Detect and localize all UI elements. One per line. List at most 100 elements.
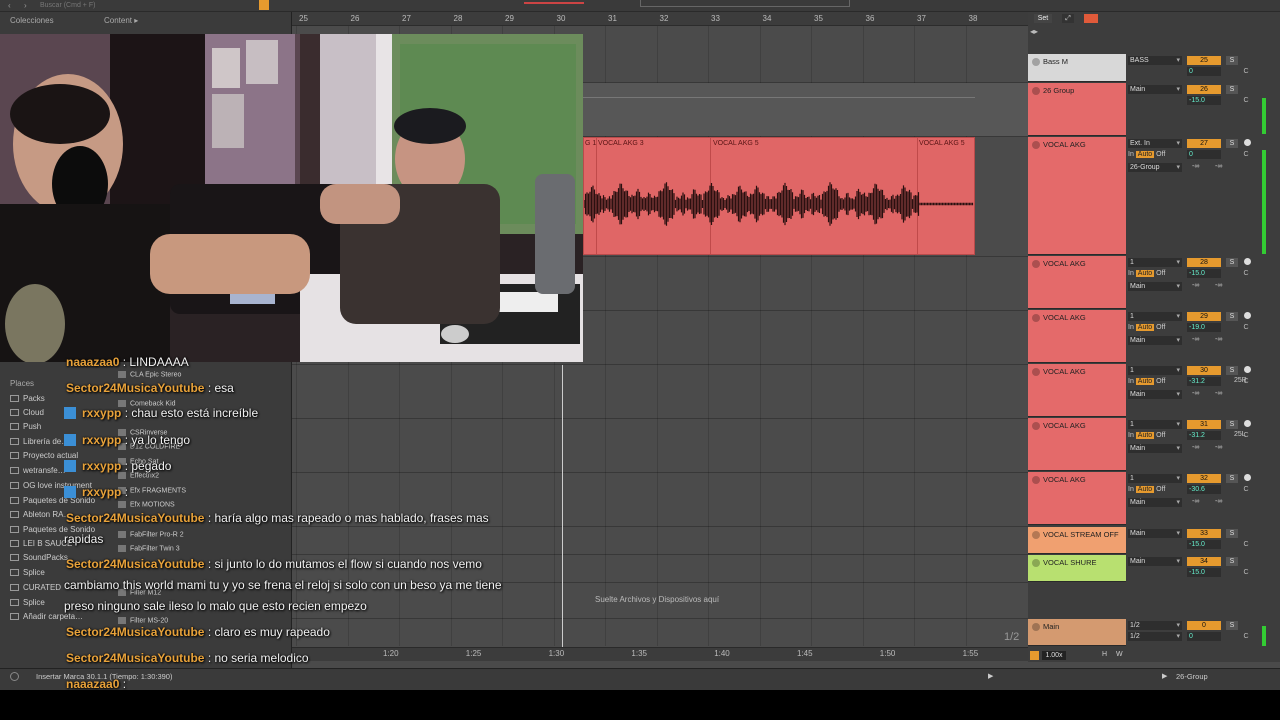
browser-search-input[interactable]: Buscar (Cmd + F) <box>40 2 95 9</box>
solo-button[interactable]: S <box>1226 529 1238 538</box>
content-heading[interactable]: Content ▸ <box>104 16 138 25</box>
monitor-auto[interactable]: Auto <box>1135 324 1155 331</box>
output-select[interactable]: Main <box>1128 444 1182 453</box>
solo-button[interactable]: S <box>1226 312 1238 321</box>
place-item[interactable]: Ableton RA… <box>10 510 71 519</box>
fold-icon[interactable] <box>1032 623 1040 632</box>
send-value[interactable]: -∞ <box>1215 498 1222 505</box>
volume-field[interactable]: -15.0 <box>1187 568 1221 577</box>
play-icon[interactable]: ▶ <box>1162 672 1167 680</box>
chat-username[interactable]: rxxypp <box>82 459 121 473</box>
input-output-select[interactable]: 1 <box>1128 420 1182 429</box>
volume-field[interactable]: -31.2 <box>1187 431 1221 440</box>
volume-field[interactable]: -31.2 <box>1187 377 1221 386</box>
volume-field[interactable]: -15.0 <box>1187 96 1221 105</box>
track-header[interactable]: VOCAL STREAM OFF <box>1028 527 1126 554</box>
place-item[interactable]: LEI B SAUCE <box>10 539 72 548</box>
fold-icon[interactable] <box>1032 141 1040 150</box>
track-number[interactable]: 27 <box>1187 139 1221 148</box>
track-number[interactable]: 30 <box>1187 366 1221 375</box>
track-number[interactable]: 25 <box>1187 56 1221 65</box>
browser-item[interactable]: Efx FRAGMENTS <box>118 487 186 494</box>
crossfade-button[interactable]: C <box>1240 540 1252 549</box>
solo-button[interactable]: S <box>1226 420 1238 429</box>
output-select[interactable]: Main <box>1128 282 1182 291</box>
fold-icon[interactable] <box>1032 531 1040 540</box>
browser-item[interactable]: CLA Epic Stereo <box>118 371 181 378</box>
volume-field[interactable]: -15.0 <box>1187 540 1221 549</box>
input-output-select[interactable]: Ext. In <box>1128 139 1182 148</box>
browser-filter-icon[interactable] <box>259 0 269 10</box>
fold-icon[interactable] <box>1032 260 1040 269</box>
monitor-in[interactable]: In <box>1128 270 1134 277</box>
monitor-off[interactable]: Off <box>1156 486 1165 493</box>
place-item[interactable]: Librería de… <box>10 437 69 446</box>
fold-icon[interactable] <box>1032 314 1040 323</box>
crossfade-button[interactable]: C <box>1240 67 1252 76</box>
fold-icon[interactable] <box>1032 422 1040 431</box>
place-item[interactable]: CURATED <box>10 583 61 592</box>
monitor-auto[interactable]: Auto <box>1135 486 1155 493</box>
record-dot-icon[interactable] <box>1244 312 1251 319</box>
input-output-select[interactable]: 1/2 <box>1128 621 1182 630</box>
fold-icon[interactable] <box>1032 87 1040 96</box>
chat-username[interactable]: rxxypp <box>82 433 121 447</box>
record-dot-icon[interactable] <box>1244 366 1251 373</box>
monitor-in[interactable]: In <box>1128 432 1134 439</box>
record-dot-icon[interactable] <box>1244 258 1251 265</box>
place-item[interactable]: Push <box>10 422 41 431</box>
crossfade-button[interactable]: C <box>1240 150 1252 159</box>
crossfade-button[interactable]: C <box>1240 269 1252 278</box>
monitor-off[interactable]: Off <box>1156 151 1165 158</box>
send-value[interactable]: -∞ <box>1215 336 1222 343</box>
monitor-in[interactable]: In <box>1128 378 1134 385</box>
solo-button[interactable]: S <box>1226 557 1238 566</box>
w-toggle[interactable]: W <box>1116 651 1123 658</box>
crossfade-button[interactable]: C <box>1240 323 1252 332</box>
output-select[interactable]: Main <box>1128 390 1182 399</box>
track-number[interactable]: 32 <box>1187 474 1221 483</box>
crossfade-button[interactable]: C <box>1240 485 1252 494</box>
crossfade-button[interactable]: C <box>1240 632 1252 641</box>
chat-username[interactable]: Sector24MusicaYoutube <box>66 381 204 395</box>
overview-scrollbar[interactable] <box>640 0 850 7</box>
input-output-select[interactable]: BASS <box>1128 56 1182 65</box>
volume-field[interactable]: 0 <box>1187 150 1221 159</box>
browser-item[interactable]: Effectrix2 <box>118 472 159 479</box>
volume-field[interactable]: -30.6 <box>1187 485 1221 494</box>
forward-arrow-icon[interactable]: › <box>24 1 27 10</box>
input-output-select[interactable]: 1 <box>1128 312 1182 321</box>
send-value[interactable]: -∞ <box>1215 390 1222 397</box>
input-output-select[interactable]: Main <box>1128 557 1182 566</box>
output-select[interactable]: Main <box>1128 336 1182 345</box>
record-dot-icon[interactable] <box>1244 139 1251 146</box>
record-dot-icon[interactable] <box>1244 420 1251 427</box>
track-number[interactable]: 33 <box>1187 529 1221 538</box>
chat-username[interactable]: Sector24MusicaYoutube <box>66 511 204 525</box>
solo-button[interactable]: S <box>1226 258 1238 267</box>
input-output-select[interactable]: 1 <box>1128 366 1182 375</box>
playhead[interactable] <box>562 365 563 647</box>
expand-icon[interactable]: ⤢ <box>1062 14 1074 23</box>
chat-username[interactable]: rxxypp <box>82 485 121 499</box>
volume-field[interactable]: -15.0 <box>1187 269 1221 278</box>
audio-clip-vocal-akg[interactable]: G 1 VOCAL AKG 3 VOCAL AKG 5 VOCAL AKG 5 <box>583 137 975 255</box>
monitor-in[interactable]: In <box>1128 486 1134 493</box>
solo-button[interactable]: S <box>1226 621 1238 630</box>
input-output-select[interactable]: Main <box>1128 85 1182 94</box>
output-select[interactable]: 26-Group <box>1128 163 1182 172</box>
track-number[interactable]: 34 <box>1187 557 1221 566</box>
place-item[interactable]: Packs <box>10 394 45 403</box>
track-header[interactable]: 26 Group <box>1028 83 1126 136</box>
browser-item[interactable]: FabFilter Pro-R 2 <box>118 531 184 538</box>
monitor-off[interactable]: Off <box>1156 432 1165 439</box>
monitor-off[interactable]: Off <box>1156 270 1165 277</box>
solo-button[interactable]: S <box>1226 366 1238 375</box>
play-icon[interactable]: ▶ <box>988 672 993 680</box>
track-header[interactable]: VOCAL AKG <box>1028 256 1126 309</box>
info-toggle-icon[interactable] <box>10 672 19 681</box>
set-button[interactable]: Set <box>1034 14 1052 23</box>
crossfade-button[interactable]: C <box>1240 377 1252 386</box>
send-value[interactable]: -∞ <box>1192 282 1199 289</box>
input-output-select[interactable]: 1 <box>1128 474 1182 483</box>
